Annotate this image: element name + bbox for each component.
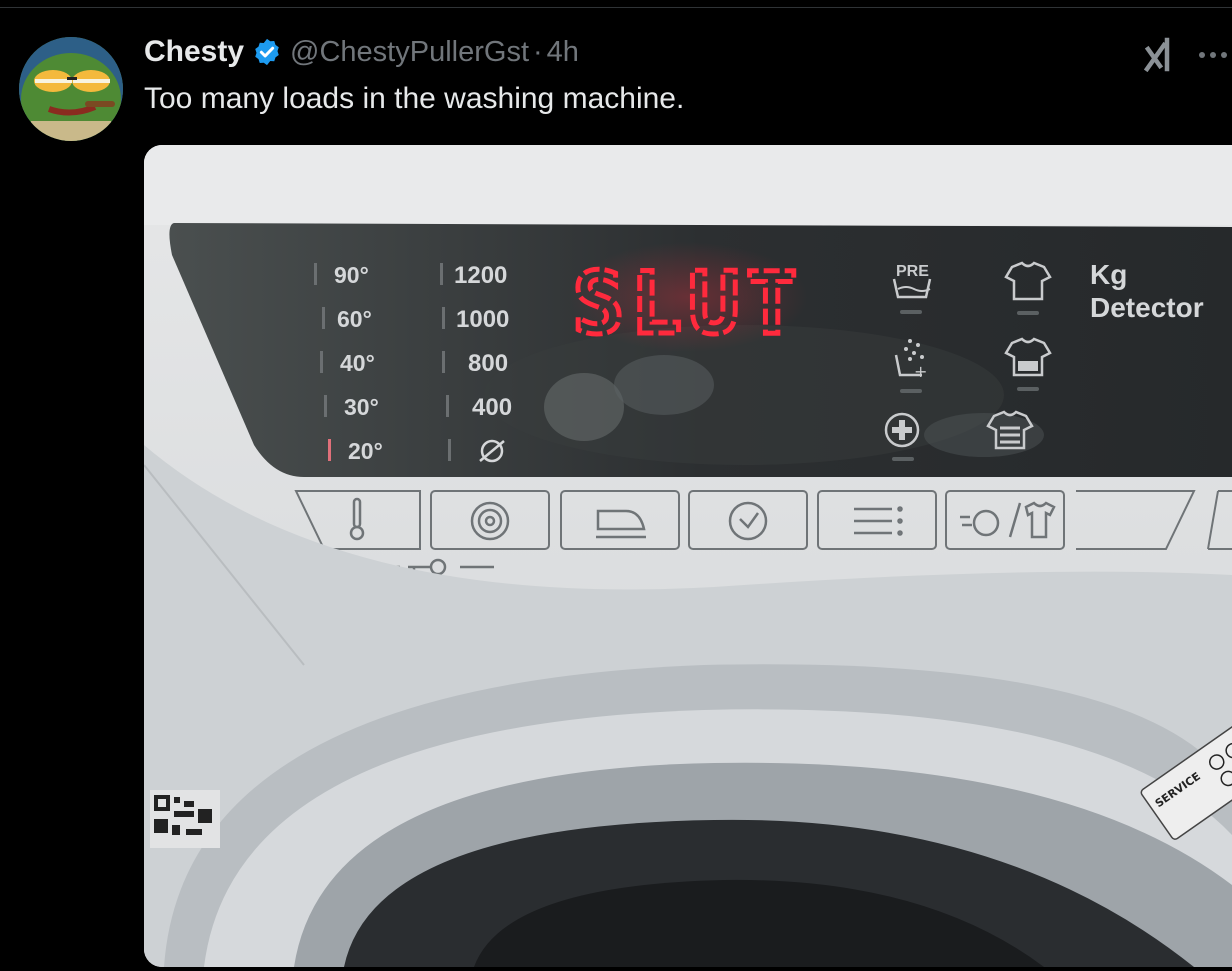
temp-20: 20° bbox=[348, 438, 383, 464]
temp-30: 30° bbox=[344, 394, 379, 420]
tweet-timestamp[interactable]: 4h bbox=[547, 36, 579, 69]
spin-800: 800 bbox=[468, 350, 508, 377]
header-separator: · bbox=[533, 35, 543, 68]
temp-60: 60° bbox=[337, 306, 372, 332]
tweet-text: Too many loads in the washing machine. bbox=[144, 82, 685, 115]
tweet-header: Chesty @ChestyPullerGst · 4h bbox=[144, 30, 579, 74]
more-options-icon[interactable] bbox=[1198, 51, 1228, 59]
pepe-avatar-image bbox=[19, 37, 123, 141]
grok-icon[interactable] bbox=[1144, 36, 1180, 72]
washing-machine-photo: 90° 60° 40° 30° 20° 1200 1000 800 400 SL… bbox=[144, 145, 1232, 967]
tweet-media-photo[interactable]: 90° 60° 40° 30° 20° 1200 1000 800 400 SL… bbox=[144, 145, 1232, 967]
svg-text:+: + bbox=[914, 362, 927, 381]
kg-label: Kg bbox=[1090, 259, 1127, 290]
spin-400: 400 bbox=[472, 394, 512, 421]
qr-code-sticker bbox=[150, 790, 220, 848]
temp-40: 40° bbox=[340, 350, 375, 376]
digital-display-text: SLUT bbox=[572, 254, 803, 354]
prewash-label: PRE bbox=[896, 263, 929, 280]
top-divider bbox=[0, 7, 1232, 8]
author-name[interactable]: Chesty bbox=[144, 35, 244, 69]
detector-label: Detector bbox=[1090, 292, 1204, 323]
temp-90: 90° bbox=[334, 262, 369, 288]
author-handle[interactable]: @ChestyPullerGst bbox=[290, 36, 529, 69]
verified-badge-icon bbox=[255, 38, 279, 66]
spin-1200: 1200 bbox=[454, 262, 507, 289]
spin-1000: 1000 bbox=[456, 306, 509, 333]
author-avatar[interactable] bbox=[19, 37, 123, 141]
